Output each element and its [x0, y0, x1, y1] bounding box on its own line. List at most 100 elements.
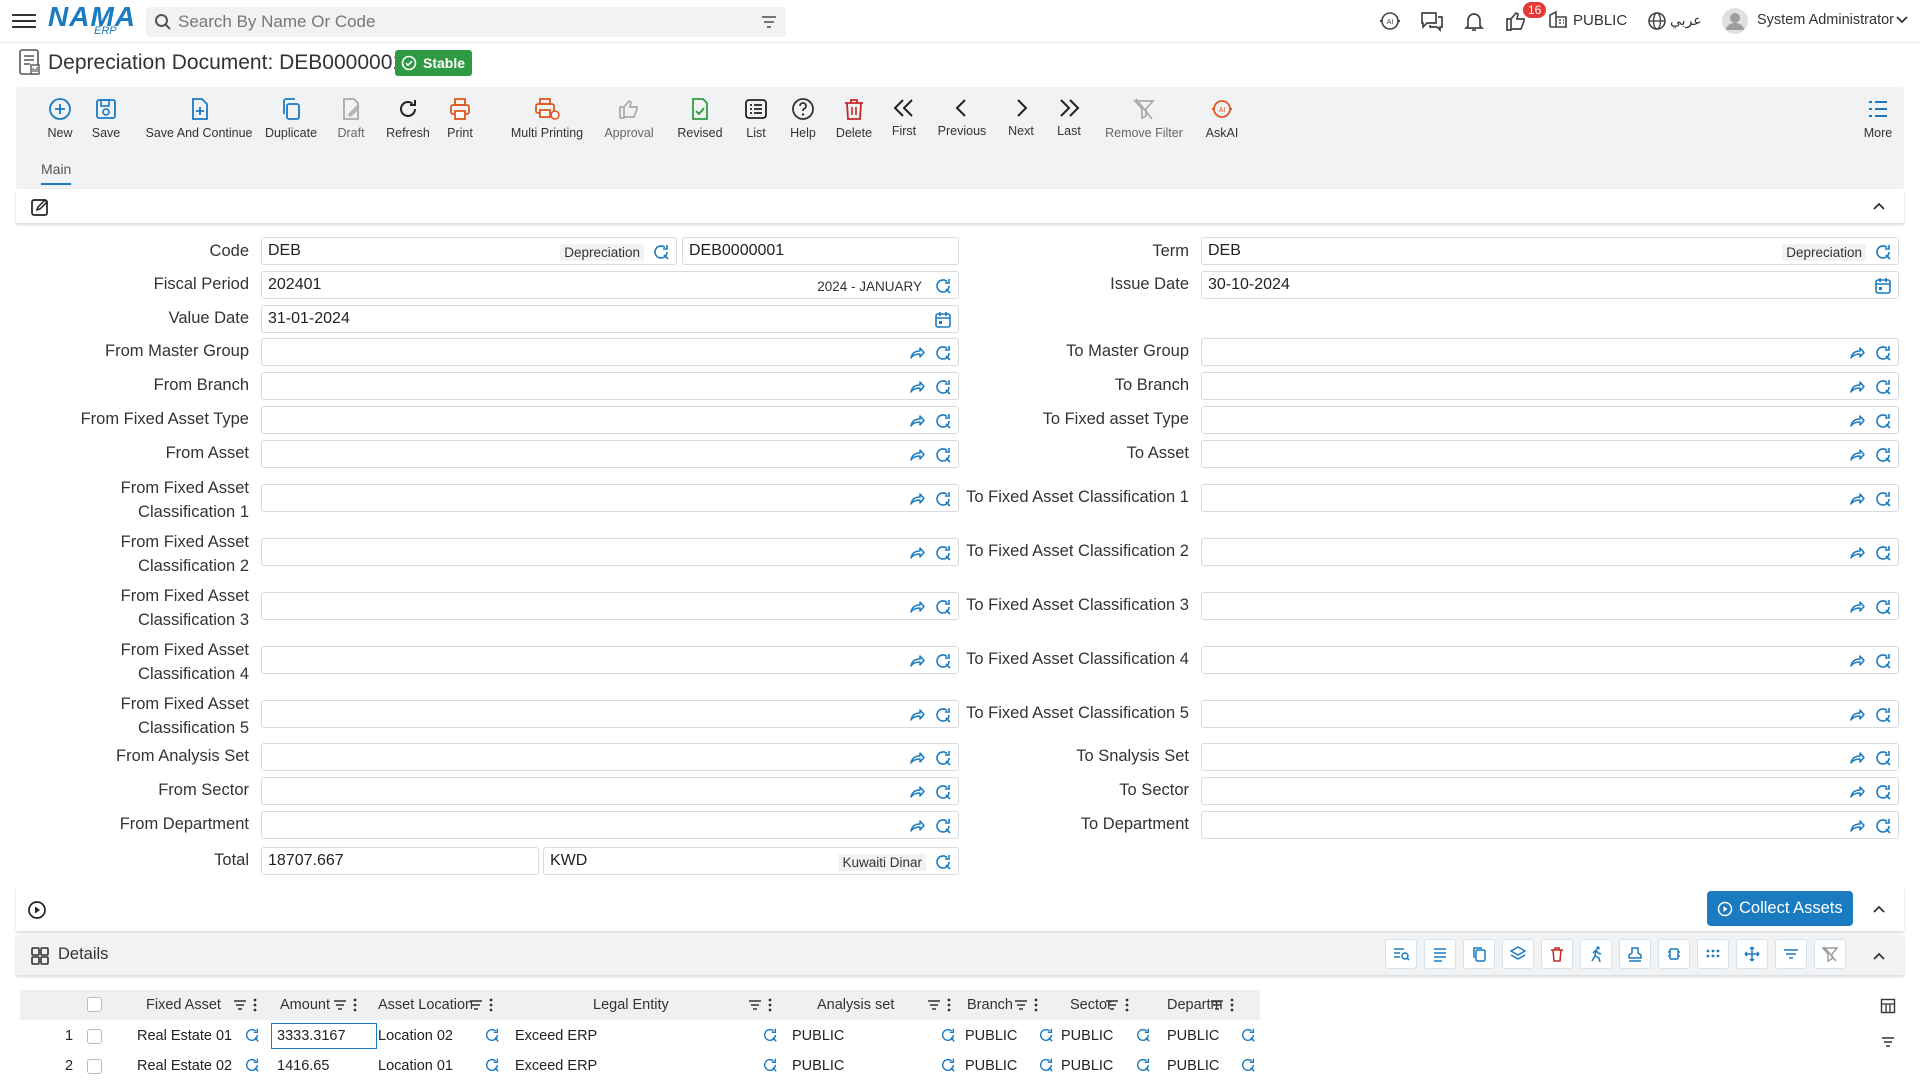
grid-filter-icon[interactable]: [1880, 1034, 1896, 1050]
collapse-icon[interactable]: [1872, 200, 1886, 212]
cell-amount[interactable]: 3333.3167: [271, 1023, 377, 1049]
cell-fixed-asset[interactable]: Real Estate 02: [137, 1058, 232, 1074]
column-filter-icon[interactable]: [469, 999, 483, 1011]
column-menu-icon[interactable]: [489, 998, 493, 1012]
link-icon[interactable]: [1848, 598, 1866, 616]
calendar-icon[interactable]: [1874, 277, 1892, 295]
column-filter-icon[interactable]: [1210, 999, 1224, 1011]
lookup-icon[interactable]: [1874, 446, 1892, 464]
app-logo[interactable]: NAMA ERP: [48, 3, 135, 39]
cell-location[interactable]: Location 02: [378, 1028, 453, 1044]
filter-lines-button[interactable]: [1775, 939, 1807, 969]
to-fixed-asset-type-field[interactable]: [1201, 406, 1899, 434]
chip-button[interactable]: [1658, 939, 1690, 969]
previous-button[interactable]: Previous: [930, 87, 994, 153]
to-classification-1-field[interactable]: [1201, 484, 1899, 512]
calendar-icon[interactable]: [934, 311, 952, 329]
search-input[interactable]: [178, 11, 738, 33]
column-filter-icon[interactable]: [333, 999, 347, 1011]
link-icon[interactable]: [908, 544, 926, 562]
currency-field[interactable]: KWD Kuwaiti Dinar: [543, 847, 959, 875]
link-icon[interactable]: [908, 344, 926, 362]
column-header[interactable]: Fixed Asset: [146, 997, 221, 1013]
lookup-icon[interactable]: [1874, 344, 1892, 362]
trash-button[interactable]: [1541, 939, 1573, 969]
draft-button[interactable]: Draft: [321, 87, 381, 153]
column-menu-icon[interactable]: [353, 998, 357, 1012]
lookup-icon[interactable]: [244, 1057, 260, 1073]
link-icon[interactable]: [1848, 490, 1866, 508]
column-header[interactable]: Branch: [967, 997, 1013, 1013]
lookup-icon[interactable]: [1874, 783, 1892, 801]
lookup-icon[interactable]: [1874, 749, 1892, 767]
link-icon[interactable]: [1848, 706, 1866, 724]
lookup-icon[interactable]: [244, 1027, 260, 1043]
cell-sector[interactable]: PUBLIC: [1061, 1028, 1113, 1044]
from-classification-3-field[interactable]: [261, 592, 959, 620]
multi-printing-button[interactable]: Multi Printing: [492, 87, 602, 153]
cell-sector[interactable]: PUBLIC: [1061, 1058, 1113, 1074]
fiscal-period-field[interactable]: 202401 2024 - JANUARY: [261, 271, 959, 299]
lookup-icon[interactable]: [940, 1027, 956, 1043]
lookup-icon[interactable]: [934, 817, 952, 835]
row-checkbox[interactable]: [87, 1029, 102, 1044]
first-button[interactable]: First: [880, 87, 928, 153]
cell-amount[interactable]: 1416.65: [277, 1058, 329, 1074]
from-department-field[interactable]: [261, 811, 959, 839]
lookup-icon[interactable]: [762, 1027, 778, 1043]
collapse-icon[interactable]: [1872, 903, 1886, 915]
link-icon[interactable]: [908, 706, 926, 724]
column-filter-icon[interactable]: [233, 999, 247, 1011]
lookup-icon[interactable]: [934, 598, 952, 616]
last-button[interactable]: Last: [1046, 87, 1092, 153]
remove-filter-button[interactable]: Remove Filter: [1096, 87, 1192, 153]
document-number-field[interactable]: DEB0000001: [682, 237, 959, 265]
collapse-icon[interactable]: [1872, 950, 1886, 962]
link-icon[interactable]: [1848, 446, 1866, 464]
lookup-icon[interactable]: [934, 749, 952, 767]
copy-button[interactable]: [1463, 939, 1495, 969]
column-menu-icon[interactable]: [768, 998, 772, 1012]
cell-analysis-set[interactable]: PUBLIC: [792, 1058, 844, 1074]
list-button[interactable]: List: [730, 87, 782, 153]
from-asset-field[interactable]: [261, 440, 959, 468]
table-row[interactable]: 1 Real Estate 01 3333.3167 Location 02 Excee…: [20, 1022, 1260, 1052]
collect-assets-button[interactable]: Collect Assets: [1707, 891, 1853, 926]
column-header[interactable]: Amount: [280, 997, 330, 1013]
lookup-icon[interactable]: [934, 853, 952, 871]
link-icon[interactable]: [1848, 378, 1866, 396]
lookup-icon[interactable]: [1038, 1027, 1054, 1043]
link-icon[interactable]: [908, 817, 926, 835]
lookup-icon[interactable]: [934, 652, 952, 670]
to-classification-4-field[interactable]: [1201, 646, 1899, 674]
table-row[interactable]: 2 Real Estate 02 1416.65 Location 01 Exceed …: [20, 1052, 1260, 1080]
chat-icon[interactable]: [1419, 9, 1445, 33]
from-branch-field[interactable]: [261, 372, 959, 400]
lookup-icon[interactable]: [1874, 598, 1892, 616]
lookup-icon[interactable]: [934, 378, 952, 396]
to-classification-3-field[interactable]: [1201, 592, 1899, 620]
from-classification-1-field[interactable]: [261, 484, 959, 512]
from-sector-field[interactable]: [261, 777, 959, 805]
cell-location[interactable]: Location 01: [378, 1058, 453, 1074]
lookup-icon[interactable]: [1874, 817, 1892, 835]
company-icon[interactable]: [1548, 9, 1568, 29]
cell-department[interactable]: PUBLIC: [1167, 1028, 1219, 1044]
revised-button[interactable]: Revised: [666, 87, 734, 153]
lookup-icon[interactable]: [1874, 378, 1892, 396]
from-classification-5-field[interactable]: [261, 700, 959, 728]
from-master-group-field[interactable]: [261, 338, 959, 366]
dots-button[interactable]: [1697, 939, 1729, 969]
stamp-button[interactable]: [1619, 939, 1651, 969]
to-sector-field[interactable]: [1201, 777, 1899, 805]
askai-button[interactable]: AI AskAI: [1192, 87, 1252, 153]
run-button[interactable]: [1580, 939, 1612, 969]
lookup-icon[interactable]: [1135, 1027, 1151, 1043]
avatar[interactable]: [1721, 7, 1749, 35]
lookup-icon[interactable]: [1135, 1057, 1151, 1073]
link-icon[interactable]: [908, 412, 926, 430]
column-filter-icon[interactable]: [1014, 999, 1028, 1011]
link-icon[interactable]: [1848, 749, 1866, 767]
delete-button[interactable]: Delete: [824, 87, 884, 153]
from-fixed-asset-type-field[interactable]: [261, 406, 959, 434]
